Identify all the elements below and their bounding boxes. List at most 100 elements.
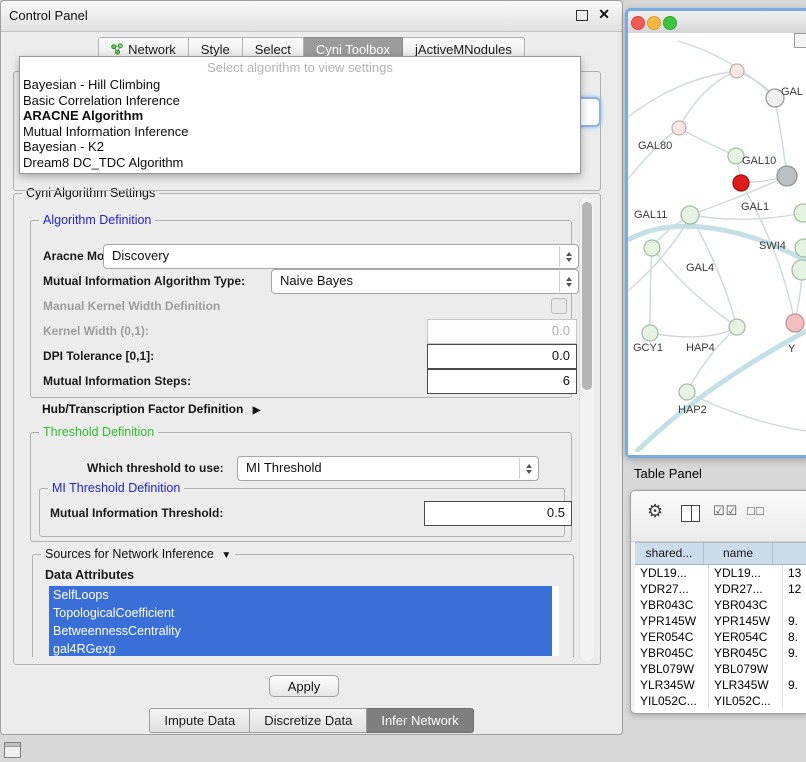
network-node-label: GAL10 — [742, 155, 776, 167]
minimize-traffic-light-icon[interactable] — [647, 16, 661, 30]
select-columns-icon[interactable]: ☑☑ — [713, 503, 738, 519]
stepper-icon[interactable] — [519, 458, 537, 479]
network-node[interactable] — [644, 240, 660, 256]
table-row[interactable]: YLR345WYLR345W9. — [635, 677, 806, 693]
network-node[interactable] — [777, 166, 797, 186]
table-cell[interactable]: YIL052C... — [709, 693, 783, 709]
columns-icon[interactable] — [681, 505, 700, 522]
network-node[interactable] — [733, 175, 749, 191]
deselect-columns-icon[interactable]: □□ — [747, 503, 765, 518]
table-row[interactable]: YIL052C...YIL052C... — [635, 693, 806, 709]
table-cell[interactable]: YBR043C — [709, 597, 783, 613]
table-cell[interactable]: YIL052C... — [635, 693, 709, 709]
close-traffic-light-icon[interactable] — [631, 16, 645, 30]
algorithm-popup-item[interactable]: Dream8 DC_TDC Algorithm — [20, 155, 580, 171]
network-node[interactable] — [679, 384, 695, 400]
data-attribute-item[interactable]: SelfLoops — [49, 586, 552, 604]
data-attribute-item[interactable]: BetweennessCentrality — [49, 622, 552, 640]
hub-definition-expander[interactable]: Hub/Transcription Factor Definition ▶ — [42, 402, 260, 416]
scrollbar-button[interactable] — [794, 33, 806, 48]
which-threshold-combobox[interactable]: MI Threshold — [237, 456, 539, 481]
kernel-width-label: Kernel Width (0,1): — [43, 324, 149, 338]
desktop: Control Panel ✕ Network Style Select Cyn… — [0, 0, 806, 762]
sources-expander[interactable]: Sources for Network Inference ▼ — [41, 547, 235, 561]
aracne-mode-combobox[interactable]: Discovery — [103, 244, 579, 269]
network-node[interactable] — [729, 319, 745, 335]
manual-kernel-width-label: Manual Kernel Width Definition — [43, 299, 220, 313]
close-icon[interactable]: ✕ — [598, 6, 610, 23]
algorithm-popup-item[interactable]: Basic Correlation Inference — [20, 93, 580, 109]
table-cell[interactable]: YDL19... — [709, 565, 783, 581]
network-node[interactable] — [730, 64, 744, 78]
gear-icon[interactable]: ⚙ — [647, 501, 663, 522]
algorithm-popup-item[interactable]: Bayesian - K2 — [20, 139, 580, 155]
table-cell[interactable]: YER054C — [635, 629, 709, 645]
column-header-shared-name[interactable]: shared... — [635, 543, 704, 564]
float-window-icon[interactable] — [576, 10, 588, 21]
table-cell[interactable] — [783, 693, 806, 709]
scrollbar-thumb[interactable] — [582, 202, 592, 390]
tab-infer-network[interactable]: Infer Network — [367, 708, 473, 733]
table-cell[interactable] — [783, 661, 806, 677]
settings-scrollbar[interactable] — [579, 197, 594, 661]
manual-kernel-width-checkbox[interactable] — [551, 298, 567, 314]
table-cell[interactable]: 12 — [783, 581, 806, 597]
table-cell[interactable]: YDR27... — [635, 581, 709, 597]
table-cell[interactable]: 9. — [783, 613, 806, 629]
zoom-traffic-light-icon[interactable] — [663, 16, 677, 30]
table-row[interactable]: YBR043CYBR043C — [635, 597, 806, 613]
table-row[interactable]: YPR145WYPR145W9. — [635, 613, 806, 629]
table-cell[interactable]: 9. — [783, 645, 806, 661]
table-cell[interactable]: 13 — [783, 565, 806, 581]
tab-discretize-data[interactable]: Discretize Data — [250, 708, 367, 733]
column-header-name[interactable]: name — [704, 543, 773, 564]
algorithm-popup-item[interactable]: ARACNE Algorithm — [20, 108, 580, 124]
network-node[interactable] — [642, 325, 658, 341]
apply-button[interactable]: Apply — [269, 675, 339, 697]
network-node[interactable] — [794, 204, 806, 222]
table-row[interactable]: YER054CYER054C8. — [635, 629, 806, 645]
table-cell[interactable]: YBR045C — [709, 645, 783, 661]
mi-algorithm-type-combobox[interactable]: Naive Bayes — [271, 269, 579, 294]
table-cell[interactable]: 8. — [783, 629, 806, 645]
mi-threshold-field[interactable]: 0.5 — [424, 501, 572, 526]
network-node[interactable] — [786, 314, 804, 332]
data-attribute-item[interactable]: gal4RGexp — [49, 640, 552, 656]
table-cell[interactable]: YER054C — [709, 629, 783, 645]
tab-impute-data[interactable]: Impute Data — [149, 708, 250, 733]
table-cell[interactable]: YDL19... — [635, 565, 709, 581]
table-cell[interactable]: 9. — [783, 677, 806, 693]
table-row[interactable]: YBL079WYBL079W — [635, 661, 806, 677]
table-row[interactable]: YDR27...YDR27...12 — [635, 581, 806, 597]
table-cell[interactable] — [783, 597, 806, 613]
network-node[interactable] — [681, 206, 699, 224]
mi-steps-field[interactable]: 6 — [427, 369, 577, 394]
stepper-icon[interactable] — [559, 271, 577, 292]
network-node[interactable] — [792, 260, 806, 280]
mi-steps-label: Mutual Information Steps: — [43, 374, 191, 388]
network-canvas[interactable]: GAL80GAL10GAL11GAL1SWI4GAL4GCY1HAP4YHAP2… — [628, 33, 806, 455]
table-cell[interactable]: YBR043C — [635, 597, 709, 613]
table-cell[interactable]: YPR145W — [635, 613, 709, 629]
data-attribute-item[interactable]: TopologicalCoefficient — [49, 604, 552, 622]
table-row[interactable]: YDL19...YDL19...13 — [635, 565, 806, 581]
kernel-width-field[interactable]: 0.0 — [427, 319, 577, 344]
network-window-titlebar[interactable] — [628, 11, 806, 34]
table-row[interactable]: YBR045CYBR045C9. — [635, 645, 806, 661]
table-cell[interactable]: YDR27... — [709, 581, 783, 597]
table-cell[interactable]: YLR345W — [635, 677, 709, 693]
table-cell[interactable]: YBL079W — [709, 661, 783, 677]
table-cell[interactable]: YBL079W — [635, 661, 709, 677]
expand-right-icon: ▶ — [253, 405, 261, 416]
table-cell[interactable]: YLR345W — [709, 677, 783, 693]
control-panel-titlebar[interactable]: Control Panel ✕ — [1, 1, 622, 32]
algorithm-popup-item[interactable]: Mutual Information Inference — [20, 124, 580, 140]
stepper-icon[interactable] — [559, 246, 577, 267]
algorithm-popup-item[interactable]: Bayesian - Hill Climbing — [20, 77, 580, 93]
network-node[interactable] — [672, 121, 686, 135]
column-header-extra[interactable] — [773, 543, 806, 564]
table-cell[interactable]: YBR045C — [635, 645, 709, 661]
minimized-panel-icon[interactable] — [4, 742, 21, 758]
dpi-tolerance-field[interactable]: 0.0 — [427, 344, 577, 369]
table-cell[interactable]: YPR145W — [709, 613, 783, 629]
